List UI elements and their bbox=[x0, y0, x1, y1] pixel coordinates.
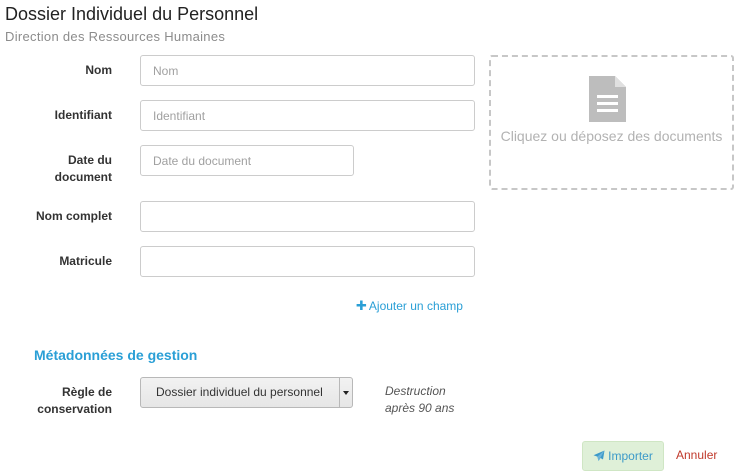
document-icon bbox=[589, 76, 626, 122]
retention-note: Destruction après 90 ans bbox=[385, 384, 455, 415]
retention-rule-select[interactable]: Dossier individuel du personnel bbox=[140, 377, 353, 408]
nom-label: Nom bbox=[85, 63, 112, 77]
add-field-link[interactable]: ✚ Ajouter un champ bbox=[356, 298, 463, 314]
retention-rule-value: Dossier individuel du personnel bbox=[156, 385, 323, 399]
add-field-label: Ajouter un champ bbox=[368, 299, 463, 313]
plus-icon: ✚ bbox=[356, 298, 367, 313]
management-section-title: Métadonnées de gestion bbox=[34, 347, 198, 363]
nom-complet-input[interactable] bbox=[140, 201, 475, 232]
page-title: Dossier Individuel du Personnel bbox=[5, 4, 259, 24]
select-caret-box[interactable] bbox=[339, 378, 352, 407]
cancel-button[interactable]: Annuler bbox=[676, 448, 717, 462]
identifiant-label: Identifiant bbox=[54, 108, 112, 122]
nom-input[interactable] bbox=[140, 55, 475, 86]
import-button[interactable]: Importer bbox=[582, 441, 664, 471]
document-dropzone[interactable]: Cliquez ou déposez des documents bbox=[489, 55, 734, 190]
matricule-input[interactable] bbox=[140, 246, 475, 277]
retention-rule-label: Règle de conservation bbox=[37, 385, 112, 416]
date-document-label: Date du document bbox=[54, 153, 112, 184]
page-subtitle: Direction des Ressources Humaines bbox=[5, 29, 226, 44]
date-document-input[interactable] bbox=[140, 145, 354, 176]
matricule-label: Matricule bbox=[59, 254, 112, 268]
import-label: Importer bbox=[608, 449, 653, 463]
paper-plane-icon bbox=[593, 450, 605, 461]
identifiant-input[interactable] bbox=[140, 100, 475, 131]
dropzone-text: Cliquez ou déposez des documents bbox=[500, 128, 723, 144]
chevron-down-icon bbox=[343, 391, 349, 395]
nom-complet-label: Nom complet bbox=[35, 209, 112, 223]
